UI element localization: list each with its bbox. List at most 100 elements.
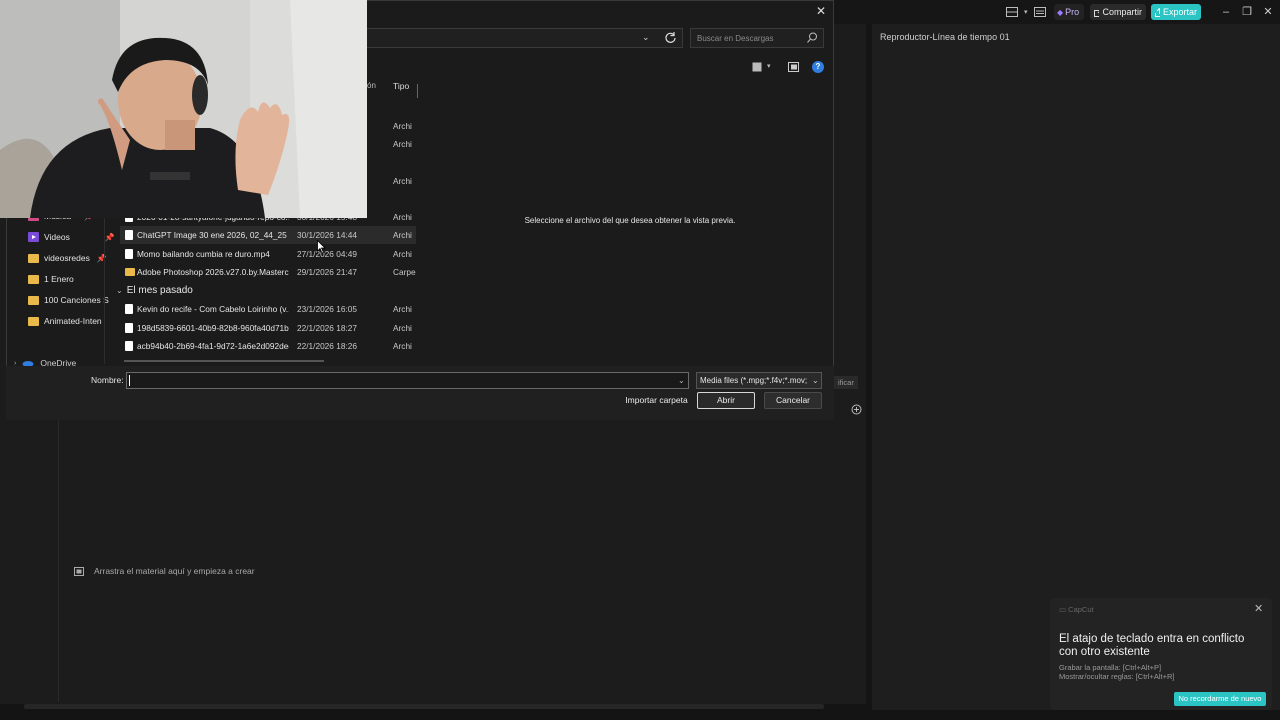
file-name: Adobe Photoshop 2026.v27.0.by.Masterci..… (137, 267, 289, 277)
file-name: Momo bailando cumbia re duro.mp4 (137, 249, 270, 259)
address-bar[interactable] (365, 28, 683, 48)
zoom-in-icon[interactable] (851, 404, 863, 416)
group-header-label: El mes pasado (126, 285, 193, 296)
preview-pane-icon[interactable] (788, 61, 800, 73)
cancel-button[interactable]: Cancelar (764, 392, 822, 409)
diamond-icon: ◆ (1057, 7, 1064, 17)
file-row[interactable]: 198d5839-6601-40b9-82b8-960fa40d71be... … (120, 319, 416, 337)
mouse-cursor-icon (317, 240, 326, 254)
webcam-person-image (0, 0, 367, 218)
file-list-scrollbar[interactable] (124, 360, 324, 362)
search-icon[interactable] (807, 32, 818, 43)
file-row[interactable]: acb94b40-2b69-4fa1-9d72-1a6e2d092dec... … (120, 337, 416, 355)
file-date: 22/1/2026 18:26 (297, 341, 357, 351)
nav-label: Videos (44, 232, 70, 242)
video-file-icon (125, 249, 133, 259)
file-icon (125, 304, 133, 314)
column-header-type[interactable]: Tipo (393, 81, 409, 91)
timeline-hint-text: Arrastra el material aquí y empieza a cr… (94, 566, 255, 576)
export-icon (1155, 7, 1160, 17)
file-row[interactable]: ChatGPT Image 30 ene 2026, 02_44_25 p...… (120, 226, 416, 244)
group-header-last-month[interactable]: ⌄ El mes pasado (116, 285, 193, 296)
view-options-icon[interactable] (752, 61, 764, 73)
folder-icon (28, 253, 39, 263)
file-name-input[interactable] (126, 372, 689, 389)
nav-item-videos[interactable]: Videos 📌 (28, 229, 115, 245)
file-row[interactable]: Adobe Photoshop 2026.v27.0.by.Masterci..… (120, 263, 416, 281)
image-file-icon (125, 230, 133, 240)
toast-line-2: Mostrar/ocultar reglas: [Ctrl+Alt+R] (1059, 672, 1175, 681)
toast-close-icon[interactable]: ✕ (1254, 602, 1263, 615)
nav-separator (104, 214, 105, 364)
nav-item-100-canciones[interactable]: 100 Canciones S (28, 292, 109, 308)
keyboard-icon[interactable] (1033, 7, 1046, 17)
minimize-icon[interactable]: – (1219, 5, 1233, 19)
chevron-down-icon[interactable]: ⌄ (812, 376, 819, 385)
layout-icon[interactable] (1006, 7, 1018, 17)
file-date: 23/1/2026 16:05 (297, 304, 357, 314)
preview-placeholder: Seleccione el archivo del que desea obte… (524, 216, 736, 225)
file-type-cell[interactable]: Archi (393, 139, 412, 149)
nav-item-animated[interactable]: Animated-Inten (28, 313, 102, 329)
close-icon[interactable]: ✕ (1261, 5, 1275, 19)
player-title: Reproductor-Línea de tiempo 01 (880, 32, 1010, 42)
search-input[interactable]: Buscar en Descargas (690, 28, 824, 48)
restore-icon[interactable]: ❐ (1240, 5, 1254, 19)
file-name: ChatGPT Image 30 ene 2026, 02_44_25 p... (137, 230, 289, 240)
file-type-cell[interactable]: Archi (393, 121, 412, 131)
file-type-select[interactable]: Media files (*.mpg;*.f4v;*.mov; (696, 372, 822, 389)
modify-button[interactable]: ificar (834, 376, 858, 389)
share-button[interactable]: Compartir (1090, 4, 1146, 20)
pin-icon: 📌 (104, 232, 115, 242)
videos-folder-icon (28, 232, 39, 242)
column-separator[interactable] (417, 84, 418, 98)
pro-label: Pro (1065, 7, 1080, 17)
help-icon[interactable]: ? (812, 61, 824, 73)
dont-remind-button[interactable]: No recordarme de nuevo (1174, 692, 1266, 706)
file-icon (125, 323, 133, 333)
file-type: Carpe (393, 267, 416, 277)
file-date: 29/1/2026 21:47 (297, 267, 357, 277)
webcam-overlay (0, 0, 367, 218)
file-row[interactable]: Kevin do recife - Com Cabelo Loirinho (v… (120, 300, 416, 318)
file-type-cell[interactable]: Archi (393, 176, 412, 186)
folder-icon (28, 274, 39, 284)
timeline-drop-hint: Arrastra el material aquí y empieza a cr… (74, 566, 255, 576)
file-name: 198d5839-6601-40b9-82b8-960fa40d71be... (137, 323, 289, 333)
capcut-logo-icon: ▭ (1059, 605, 1069, 614)
folder-icon (28, 295, 39, 305)
file-row[interactable]: Momo bailando cumbia re duro.mp4 27/1/20… (120, 245, 416, 263)
chevron-down-icon[interactable]: ⌄ (678, 376, 685, 385)
nav-label: videosredes (44, 253, 90, 263)
chevron-down-icon[interactable]: ⌄ (642, 32, 650, 43)
column-header-modified[interactable]: ón (367, 81, 376, 90)
export-label: Exportar (1162, 7, 1197, 17)
file-date: 22/1/2026 18:27 (297, 323, 357, 333)
file-name: Kevin do recife - Com Cabelo Loirinho (v… (137, 304, 289, 314)
import-folder-button[interactable]: Importar carpeta (624, 392, 689, 409)
file-type: Archi (393, 230, 412, 240)
text-caret (129, 375, 130, 386)
pro-badge[interactable]: ◆ Pro (1054, 4, 1084, 20)
open-button[interactable]: Abrir (697, 392, 755, 409)
file-type: Archi (393, 304, 412, 314)
nav-item-1-enero[interactable]: 1 Enero (28, 271, 74, 287)
dialog-close-icon[interactable]: ✕ (816, 4, 826, 18)
toast-line-1: Grabar la pantalla: [Ctrl+Alt+P] (1059, 663, 1162, 672)
layout-controls[interactable]: ▾ (1006, 4, 1046, 20)
nav-item-videosredes[interactable]: videosredes 📌 (28, 250, 107, 266)
nav-label: 1 Enero (44, 274, 74, 284)
toast-title: El atajo de teclado entra en conflicto c… (1059, 633, 1245, 658)
share-icon (1094, 9, 1100, 17)
view-dropdown-icon[interactable]: ▾ (767, 62, 771, 70)
file-type: Archi (393, 249, 412, 259)
timeline-scrollbar[interactable] (24, 704, 824, 709)
chevron-down-icon[interactable]: ▾ (1024, 8, 1028, 16)
nav-label: Animated-Inten (44, 316, 102, 326)
file-type: Archi (393, 323, 412, 333)
refresh-icon[interactable] (664, 31, 677, 44)
chevron-down-icon[interactable]: ⌄ (116, 286, 123, 295)
file-name-label: Nombre: (91, 375, 124, 385)
export-button[interactable]: Exportar (1151, 4, 1201, 20)
file-date: 30/1/2026 14:44 (297, 230, 357, 240)
